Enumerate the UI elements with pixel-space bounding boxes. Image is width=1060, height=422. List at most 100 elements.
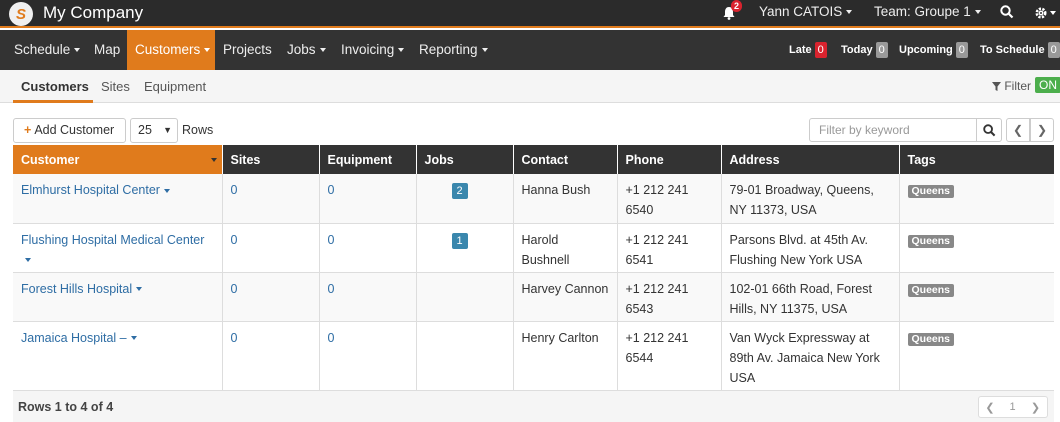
- nav-reporting[interactable]: Reporting: [411, 30, 496, 70]
- equipment-cell: 0: [319, 223, 417, 273]
- customer-cell[interactable]: Forest Hills Hospital: [13, 272, 223, 322]
- chevron-left-icon: ❮: [985, 401, 995, 414]
- customer-link[interactable]: Flushing Hospital Medical Center: [21, 233, 204, 247]
- equipment-cell: 0: [319, 174, 417, 224]
- phone-cell: +1 212 241 6544: [617, 321, 722, 391]
- tags-cell: Queens: [899, 272, 1054, 322]
- company-logo[interactable]: S: [9, 2, 33, 26]
- column-header-sites[interactable]: Sites: [222, 145, 320, 174]
- equipment-cell: 0: [319, 272, 417, 322]
- tab-customers[interactable]: Customers: [21, 79, 89, 94]
- column-header-address[interactable]: Address: [721, 145, 900, 174]
- tab-equipment[interactable]: Equipment: [144, 79, 206, 94]
- chevron-down-icon: [398, 48, 405, 53]
- chevron-down-icon[interactable]: [25, 258, 31, 263]
- user-menu[interactable]: Yann CATOIS: [759, 4, 853, 19]
- column-header-tags[interactable]: Tags: [899, 145, 1054, 174]
- sites-link[interactable]: 0: [231, 183, 238, 197]
- nav-projects[interactable]: Projects: [215, 30, 280, 70]
- status-today[interactable]: Today 0: [841, 42, 888, 58]
- customer-link[interactable]: Forest Hills Hospital: [21, 282, 132, 296]
- filter-on-badge[interactable]: ON: [1035, 77, 1060, 93]
- table-row: Elmhurst Hospital Center 0 0 2 Hanna Bus…: [13, 174, 1054, 224]
- equipment-link[interactable]: 0: [328, 282, 335, 296]
- column-header-contact[interactable]: Contact: [513, 145, 618, 174]
- rows-label: Rows: [182, 123, 214, 137]
- settings-menu[interactable]: [1034, 4, 1056, 20]
- jobs-cell: [416, 272, 514, 322]
- chevron-down-icon[interactable]: [163, 188, 170, 193]
- search-button[interactable]: [976, 118, 1002, 142]
- nav-invoicing[interactable]: Invoicing: [333, 30, 412, 70]
- chevron-down-icon: ▼: [163, 125, 172, 135]
- customer-cell[interactable]: Flushing Hospital Medical Center: [13, 223, 223, 273]
- chevron-down-icon: [74, 48, 81, 53]
- equipment-link[interactable]: 0: [328, 183, 335, 197]
- contact-cell: Harold Bushnell: [513, 223, 618, 273]
- customer-cell[interactable]: Elmhurst Hospital Center: [13, 174, 223, 224]
- phone-cell: +1 212 241 6543: [617, 272, 722, 322]
- customer-cell[interactable]: Jamaica Hospital –: [13, 321, 223, 391]
- contact-cell: Hanna Bush: [513, 174, 618, 224]
- customer-link[interactable]: Jamaica Hospital –: [21, 331, 127, 345]
- user-name: Yann CATOIS: [759, 4, 843, 19]
- tab-sites[interactable]: Sites: [101, 79, 130, 94]
- equipment-link[interactable]: 0: [328, 331, 335, 345]
- column-header-phone[interactable]: Phone: [617, 145, 722, 174]
- keyword-search-input[interactable]: [809, 118, 977, 142]
- filter-icon: [992, 82, 1001, 91]
- status-upcoming[interactable]: Upcoming 0: [899, 42, 968, 58]
- nav-customers[interactable]: Customers: [127, 30, 215, 70]
- tag-badge: Queens: [907, 332, 955, 346]
- nav-schedule[interactable]: Schedule: [6, 30, 88, 70]
- search-icon[interactable]: [1000, 5, 1014, 19]
- column-header-customer[interactable]: Customer: [13, 145, 223, 174]
- jobs-badge[interactable]: 1: [451, 232, 468, 249]
- team-menu[interactable]: Team: Groupe 1: [874, 4, 981, 19]
- table-header-row: Customer Sites Equipment Jobs Contact Ph…: [13, 145, 1054, 174]
- address-cell: Parsons Blvd. at 45th Av. Flushing New Y…: [721, 223, 900, 273]
- footer-next-page-button[interactable]: ❯: [1024, 396, 1048, 418]
- page-number-button[interactable]: 1: [1001, 396, 1025, 418]
- next-page-button[interactable]: ❯: [1030, 118, 1054, 142]
- chevron-right-icon: ❯: [1036, 123, 1048, 137]
- status-badge: 0: [875, 42, 888, 58]
- footer-prev-page-button[interactable]: ❮: [978, 396, 1002, 418]
- chevron-left-icon: ❮: [1012, 123, 1024, 137]
- chevron-down-icon[interactable]: [136, 287, 143, 292]
- chevron-down-icon: [204, 48, 211, 53]
- table-row: Forest Hills Hospital 0 0 Harvey Cannon …: [13, 272, 1054, 322]
- sites-cell: 0: [222, 321, 320, 391]
- column-header-jobs[interactable]: Jobs: [416, 145, 514, 174]
- tag-badge: Queens: [907, 234, 955, 248]
- sites-link[interactable]: 0: [231, 331, 238, 345]
- table-row: Flushing Hospital Medical Center 0 0 1 H…: [13, 223, 1054, 273]
- sites-link[interactable]: 0: [231, 282, 238, 296]
- filter-toggle[interactable]: Filter: [992, 79, 1031, 93]
- chevron-down-icon[interactable]: [130, 336, 137, 341]
- prev-page-button[interactable]: ❮: [1006, 118, 1030, 142]
- phone-cell: +1 212 241 6540: [617, 174, 722, 224]
- jobs-cell: 1: [416, 223, 514, 273]
- sub-nav: Customers Sites Equipment Filter: [0, 70, 1060, 103]
- equipment-link[interactable]: 0: [328, 233, 335, 247]
- jobs-badge[interactable]: 2: [451, 183, 468, 199]
- rows-per-page-select[interactable]: 25 ▼: [130, 118, 178, 143]
- jobs-cell: 2: [416, 174, 514, 224]
- add-customer-button[interactable]: + Add Customer: [13, 118, 126, 143]
- nav-jobs[interactable]: Jobs: [279, 30, 334, 70]
- company-name[interactable]: My Company: [43, 3, 143, 23]
- status-badge: 0: [1047, 42, 1060, 58]
- team-name: Team: Groupe 1: [874, 4, 971, 19]
- sites-link[interactable]: 0: [231, 233, 238, 247]
- equipment-cell: 0: [319, 321, 417, 391]
- sites-cell: 0: [222, 223, 320, 273]
- column-header-equipment[interactable]: Equipment: [319, 145, 417, 174]
- status-to-schedule[interactable]: To Schedule 0: [980, 42, 1060, 58]
- sort-icon: [210, 158, 217, 162]
- customer-link[interactable]: Elmhurst Hospital Center: [21, 183, 160, 197]
- status-late[interactable]: Late 0: [789, 42, 827, 58]
- rows-summary: Rows 1 to 4 of 4: [18, 400, 114, 414]
- chevron-down-icon: [481, 48, 488, 53]
- nav-map[interactable]: Map: [86, 30, 128, 70]
